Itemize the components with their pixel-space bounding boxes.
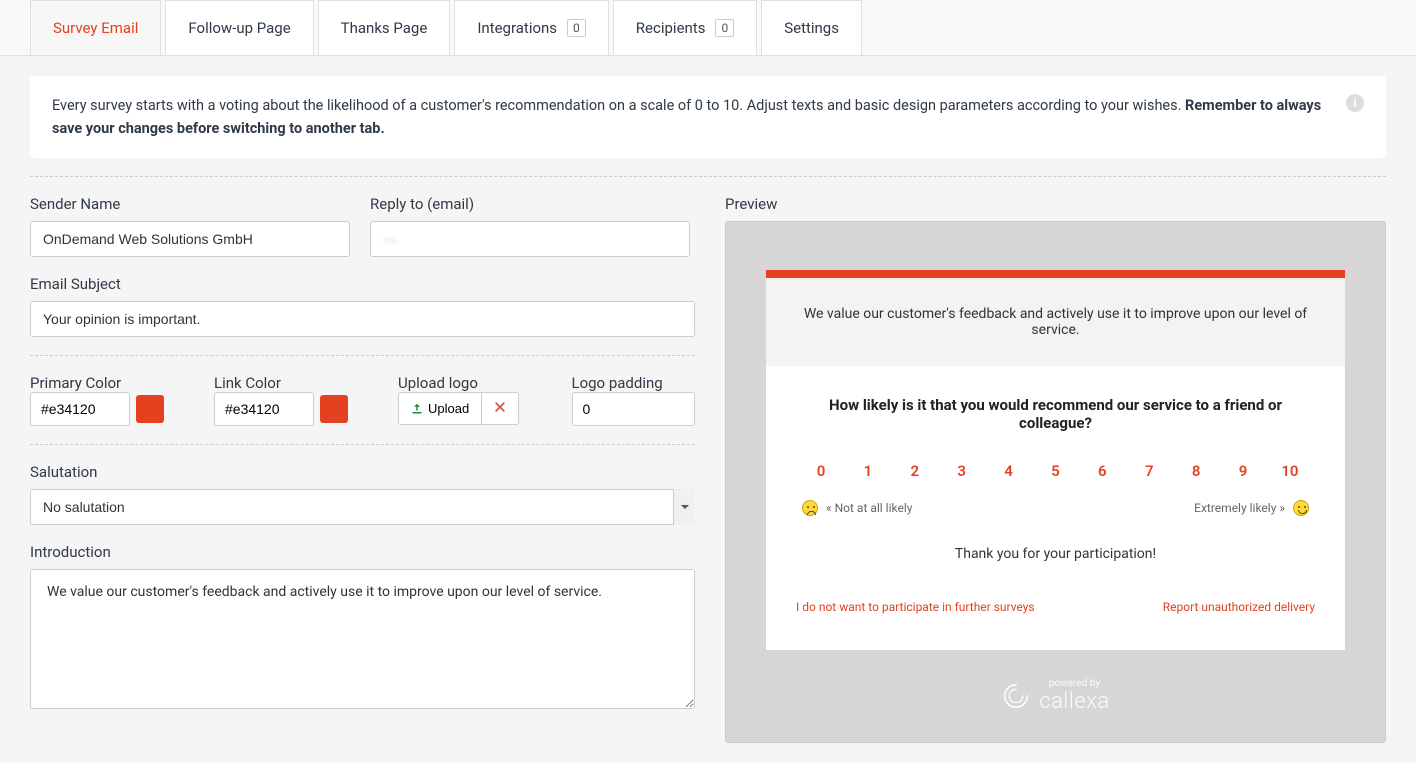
tab-follow-up[interactable]: Follow-up Page	[165, 0, 313, 55]
email-accent-bar	[766, 270, 1345, 278]
sender-name-input[interactable]	[30, 221, 350, 257]
tab-recipients[interactable]: Recipients 0	[613, 0, 757, 55]
salutation-label: Salutation	[30, 463, 695, 481]
logo-padding-label: Logo padding	[572, 374, 663, 392]
tab-label: Integrations	[477, 19, 557, 37]
tab-label: Survey Email	[53, 19, 138, 37]
score-row: 0 1 2 3 4 5 6 7 8 9 10	[796, 462, 1315, 480]
upload-button-label: Upload	[428, 401, 469, 416]
info-panel: Every survey starts with a voting about …	[30, 76, 1386, 158]
primary-color-input[interactable]	[30, 392, 130, 426]
upload-logo-label: Upload logo	[398, 374, 478, 392]
low-label: « Not at all likely	[826, 501, 912, 515]
preview-box: We value our customer's feedback and act…	[725, 221, 1386, 743]
tab-settings[interactable]: Settings	[761, 0, 862, 55]
tab-label: Recipients	[636, 19, 706, 37]
email-question: How likely is it that you would recommen…	[796, 396, 1315, 432]
email-card: We value our customer's feedback and act…	[766, 270, 1345, 650]
score-1[interactable]: 1	[849, 462, 887, 480]
tab-label: Follow-up Page	[188, 19, 290, 37]
tab-integrations[interactable]: Integrations 0	[454, 0, 608, 55]
email-header: We value our customer's feedback and act…	[766, 278, 1345, 366]
email-subject-input[interactable]	[30, 301, 695, 337]
tab-label: Settings	[784, 19, 839, 37]
tab-survey-email[interactable]: Survey Email	[30, 0, 161, 55]
remove-logo-button[interactable]	[482, 392, 519, 425]
sad-face-icon	[802, 500, 818, 516]
salutation-select[interactable]: No salutation	[30, 489, 695, 525]
score-10[interactable]: 10	[1271, 462, 1309, 480]
tab-thanks[interactable]: Thanks Page	[318, 0, 451, 55]
divider	[30, 355, 695, 356]
score-8[interactable]: 8	[1177, 462, 1215, 480]
divider	[30, 444, 695, 445]
close-icon	[494, 401, 506, 413]
upload-icon	[411, 403, 423, 415]
info-icon: i	[1346, 94, 1364, 112]
high-label: Extremely likely »	[1194, 501, 1285, 515]
primary-color-swatch[interactable]	[136, 395, 164, 423]
report-link[interactable]: Report unauthorized delivery	[1163, 600, 1315, 614]
powered-by: powered by callexa	[766, 678, 1345, 714]
sender-name-label: Sender Name	[30, 195, 350, 213]
reply-to-label: Reply to (email)	[370, 195, 690, 213]
score-2[interactable]: 2	[896, 462, 934, 480]
powered-brand: callexa	[1039, 689, 1109, 714]
preview-column: Preview We value our customer's feedback…	[725, 195, 1386, 743]
score-3[interactable]: 3	[943, 462, 981, 480]
email-thanks: Thank you for your participation!	[796, 546, 1315, 562]
score-7[interactable]: 7	[1130, 462, 1168, 480]
info-text-body: Every survey starts with a voting about …	[52, 97, 1185, 114]
logo-padding-input[interactable]	[572, 392, 696, 426]
optout-link[interactable]: I do not want to participate in further …	[796, 600, 1035, 614]
preview-label: Preview	[725, 195, 1386, 213]
upload-logo-button[interactable]: Upload	[398, 392, 482, 425]
score-9[interactable]: 9	[1224, 462, 1262, 480]
score-labels: « Not at all likely Extremely likely »	[796, 500, 1315, 516]
introduction-label: Introduction	[30, 543, 695, 561]
link-color-label: Link Color	[214, 374, 281, 392]
form-column: Sender Name Reply to (email) Email Subje…	[30, 195, 695, 743]
happy-face-icon	[1293, 500, 1309, 516]
email-subject-label: Email Subject	[30, 275, 695, 293]
info-text: Every survey starts with a voting about …	[52, 94, 1334, 140]
powered-small: powered by	[1039, 678, 1109, 689]
score-4[interactable]: 4	[990, 462, 1028, 480]
divider	[30, 176, 1386, 177]
score-6[interactable]: 6	[1083, 462, 1121, 480]
link-color-input[interactable]	[214, 392, 314, 426]
tab-label: Thanks Page	[341, 19, 428, 37]
callexa-logo-icon	[1001, 681, 1031, 711]
tab-badge: 0	[567, 19, 586, 37]
tabs-bar: Survey Email Follow-up Page Thanks Page …	[0, 0, 1416, 56]
score-5[interactable]: 5	[1036, 462, 1074, 480]
primary-color-label: Primary Color	[30, 374, 121, 392]
introduction-textarea[interactable]	[30, 569, 695, 709]
tab-badge: 0	[715, 19, 734, 37]
score-0[interactable]: 0	[802, 462, 840, 480]
reply-to-input[interactable]	[370, 221, 690, 257]
link-color-swatch[interactable]	[320, 395, 348, 423]
